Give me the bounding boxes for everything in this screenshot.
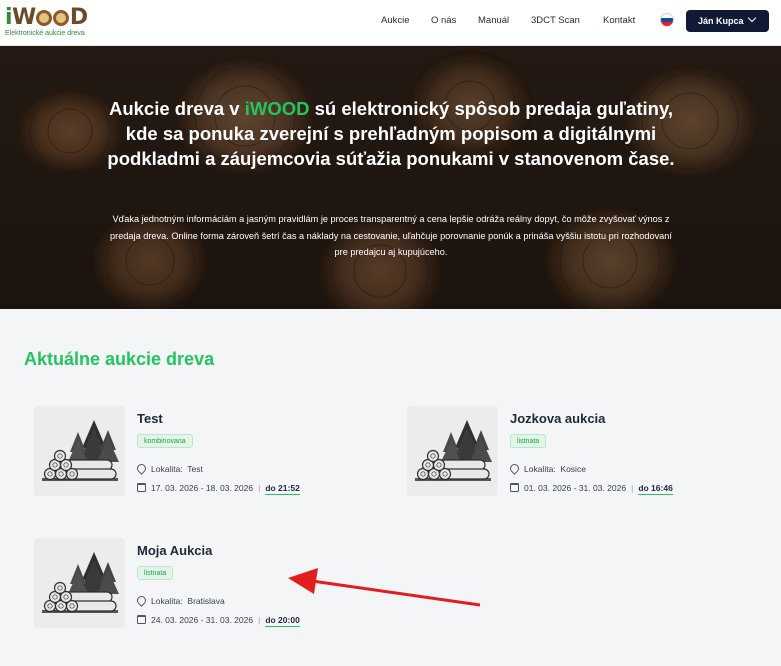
nav-o-nas[interactable]: O nás (431, 15, 456, 26)
auction-card[interactable]: Moja Aukcia listnata Lokalita: Bratislav… (34, 538, 374, 648)
auction-title[interactable]: Jozkova aukcia (510, 411, 605, 426)
location-pin-icon (508, 462, 521, 475)
wood-type-badge: listnata (137, 566, 174, 580)
location-pin-icon (135, 594, 148, 607)
location-pin-icon (135, 462, 148, 475)
log-ring-icon (36, 10, 53, 26)
nav-kontakt[interactable]: Kontakt (603, 15, 635, 26)
auction-end-time: do 20:00 (265, 615, 300, 627)
auction-thumbnail (34, 538, 125, 628)
auction-card[interactable]: Test kombinovana Lokalita: Test 17. 03. … (34, 406, 374, 516)
auction-end-time: do 16:46 (638, 483, 673, 495)
wood-pile-icon (41, 419, 120, 482)
nav-aukcie[interactable]: Aukcie (381, 15, 410, 26)
auction-location: Lokalita: Kosice (508, 462, 586, 475)
user-menu-button[interactable]: Ján Kupca (686, 10, 769, 32)
calendar-icon (137, 483, 146, 492)
auction-thumbnail (34, 406, 125, 496)
wood-type-badge: listnata (510, 434, 547, 448)
auction-title[interactable]: Moja Aukcia (137, 543, 212, 558)
slovak-flag-icon[interactable] (660, 13, 674, 27)
top-header: iW D Elektronické aukcie dreva Aukcie O n… (0, 0, 781, 46)
wood-type-badge: kombinovana (137, 434, 193, 448)
hero-banner: Aukcie dreva v iWOOD sú elektronický spô… (0, 46, 781, 309)
auction-dates: 17. 03. 2026 - 18. 03. 2026 | do 21:52 (137, 483, 300, 495)
user-name: Ján Kupca (698, 16, 744, 26)
iwood-logo[interactable]: iW D Elektronické aukcie dreva (5, 6, 105, 40)
logo-wordmark: iW D (5, 5, 88, 30)
auction-dates: 01. 03. 2026 - 31. 03. 2026 | do 16:46 (510, 483, 673, 495)
calendar-icon (137, 615, 146, 624)
auction-card[interactable]: Jozkova aukcia listnata Lokalita: Kosice… (407, 406, 747, 516)
calendar-icon (510, 483, 519, 492)
log-ring-icon (53, 10, 70, 26)
wood-pile-icon (41, 551, 120, 614)
chevron-down-icon (747, 13, 757, 23)
logo-subtitle: Elektronické aukcie dreva (5, 30, 85, 37)
auction-thumbnail (407, 406, 498, 496)
auction-dates: 24. 03. 2026 - 31. 03. 2026 | do 20:00 (137, 615, 300, 627)
nav-3dct-scan[interactable]: 3DCT Scan (531, 15, 580, 26)
hero-description: Vďaka jednotným informáciám a jasným pra… (110, 214, 672, 257)
auction-end-time: do 21:52 (265, 483, 300, 495)
section-title: Aktuálne aukcie dreva (24, 349, 215, 369)
nav-manual[interactable]: Manuál (478, 15, 509, 26)
auction-title[interactable]: Test (137, 411, 163, 426)
wood-pile-icon (414, 419, 493, 482)
auction-location: Lokalita: Bratislava (135, 594, 225, 607)
hero-title: Aukcie dreva v iWOOD sú elektronický spô… (107, 98, 675, 169)
auction-location: Lokalita: Test (135, 462, 203, 475)
